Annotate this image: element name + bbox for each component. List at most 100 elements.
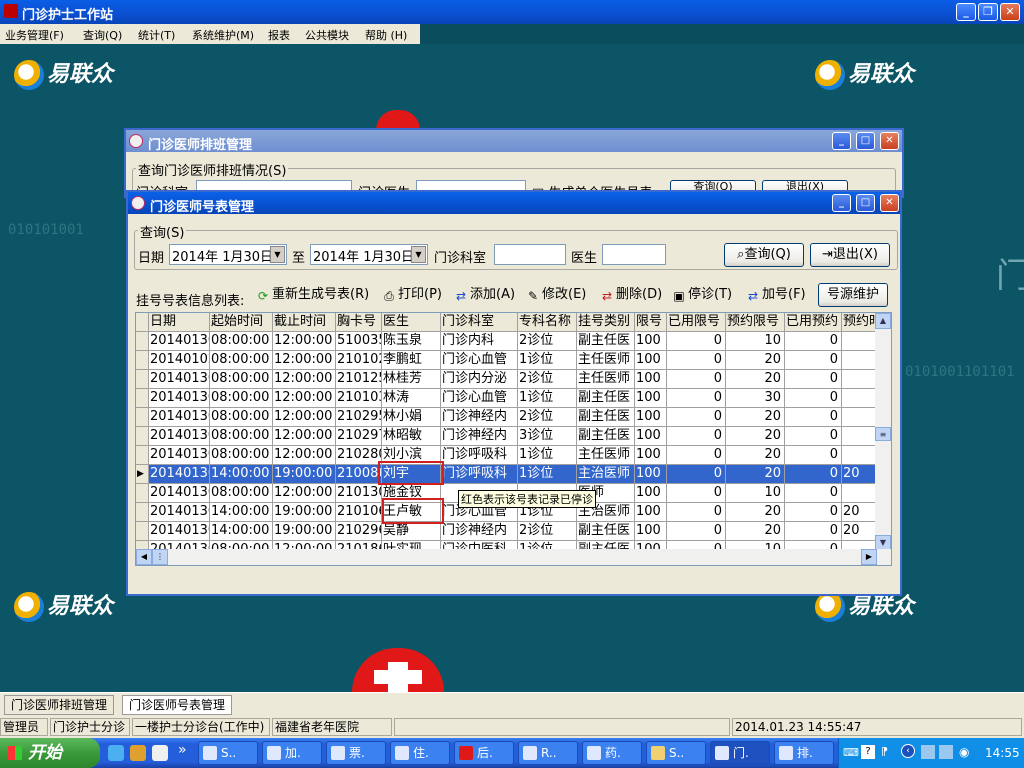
close-icon[interactable]: ✕	[880, 132, 899, 150]
table-cell[interactable]: 林昭敏	[382, 427, 441, 446]
table-row[interactable]: 20140130 08:00:00 12:00:00 210125 林桂芳 门诊内分泌 2诊…	[136, 370, 876, 389]
table-cell[interactable]: 20140130	[149, 484, 210, 503]
table-cell[interactable]: 0	[785, 370, 842, 389]
table-cell[interactable]	[842, 389, 876, 408]
table-cell[interactable]: 12:00:00	[273, 427, 336, 446]
maximize-icon[interactable]: □	[856, 132, 875, 150]
source-maintain-button[interactable]: 号源维护	[818, 283, 888, 307]
table-cell[interactable]: 210130	[336, 484, 382, 503]
scroll-left-icon[interactable]: ◀	[136, 549, 152, 565]
quicklaunch-app-icon[interactable]	[130, 745, 146, 761]
table-cell[interactable]: 12:00:00	[273, 332, 336, 351]
table-cell[interactable]: 陈玉泉	[382, 332, 441, 351]
table-cell[interactable]: 100	[635, 484, 667, 503]
network-icon[interactable]	[939, 745, 953, 759]
table-cell[interactable]: 100	[635, 465, 667, 484]
table-cell[interactable]: 林涛	[382, 389, 441, 408]
date-to-picker[interactable]: 2014年 1月30日 ▼	[310, 244, 428, 265]
table-cell[interactable]: 0	[785, 389, 842, 408]
table-cell[interactable]	[842, 370, 876, 389]
table-cell[interactable]: 1诊位	[518, 389, 577, 408]
stop-clinic-button[interactable]: ▣ 停诊(T)	[670, 284, 732, 306]
col-header-card[interactable]: 胸卡号	[336, 313, 382, 332]
col-header-booking-limit[interactable]: 预约限号	[726, 313, 785, 332]
vertical-scrollbar[interactable]: ▲ ≡ ▼	[875, 313, 891, 551]
row-indicator[interactable]	[136, 503, 149, 522]
table-cell[interactable]: 副主任医	[577, 389, 635, 408]
row-indicator[interactable]	[136, 351, 149, 370]
table-cell[interactable]: 08:00:00	[210, 446, 273, 465]
table-cell[interactable]: 20	[726, 408, 785, 427]
table-cell[interactable]: 0	[785, 484, 842, 503]
table-cell[interactable]: 吴静	[382, 522, 441, 541]
table-cell[interactable]: 20	[726, 446, 785, 465]
task-item[interactable]: 排.	[774, 741, 834, 765]
table-cell[interactable]: 2诊位	[518, 408, 577, 427]
print-button[interactable]: ⎙ 打印(P)	[380, 284, 442, 306]
table-cell[interactable]: 20	[726, 351, 785, 370]
minimize-icon[interactable]: _	[832, 194, 851, 212]
row-indicator[interactable]: ▶	[136, 465, 149, 484]
table-row[interactable]: 20140130 08:00:00 12:00:00 210295 林小娟 门诊神经内 2诊…	[136, 408, 876, 427]
col-header-date[interactable]: 日期	[149, 313, 210, 332]
extra-number-button[interactable]: ⇄ 加号(F)	[744, 284, 806, 306]
task-item[interactable]: S..	[198, 741, 258, 765]
table-cell[interactable]: 20140130	[149, 427, 210, 446]
table-cell[interactable]: 100	[635, 503, 667, 522]
table-cell[interactable]: 100	[635, 332, 667, 351]
table-cell[interactable]: 08:00:00	[210, 370, 273, 389]
table-cell[interactable]: 门诊内科	[441, 332, 518, 351]
table-cell[interactable]: 100	[635, 522, 667, 541]
table-cell[interactable]: 主任医师	[577, 446, 635, 465]
add-button[interactable]: ⇄ 添加(A)	[452, 284, 515, 306]
table-cell[interactable]: 20	[842, 522, 876, 541]
row-indicator[interactable]	[136, 332, 149, 351]
tab-schedule[interactable]: 门诊医师排班管理	[4, 695, 115, 715]
scroll-up-icon[interactable]: ▲	[875, 313, 891, 329]
table-cell[interactable]: 19:00:00	[273, 503, 336, 522]
table-cell[interactable]: 0	[667, 427, 726, 446]
table-cell[interactable]: 100	[635, 427, 667, 446]
regen-button[interactable]: ⟳ 重新生成号表(R)	[254, 284, 369, 306]
table-cell[interactable]: 210102	[336, 351, 382, 370]
table-cell[interactable]: 0	[667, 465, 726, 484]
table-cell[interactable]: 20	[842, 503, 876, 522]
row-indicator[interactable]	[136, 446, 149, 465]
table-cell[interactable]: 0	[667, 332, 726, 351]
table-cell[interactable]: 19:00:00	[273, 465, 336, 484]
task-item[interactable]: 票.	[326, 741, 386, 765]
dept-input[interactable]	[494, 244, 566, 265]
table-cell[interactable]: 210295	[336, 408, 382, 427]
edit-button[interactable]: ✎ 修改(E)	[524, 284, 586, 306]
table-cell[interactable]: 100	[635, 389, 667, 408]
row-indicator[interactable]	[136, 427, 149, 446]
table-cell[interactable]: 20	[726, 427, 785, 446]
table-cell[interactable]	[842, 484, 876, 503]
table-cell[interactable]: 1诊位	[518, 446, 577, 465]
close-icon[interactable]: ✕	[1000, 3, 1020, 21]
row-indicator[interactable]	[136, 484, 149, 503]
table-cell[interactable]: 08:00:00	[210, 351, 273, 370]
ime-icon[interactable]: ⁋	[881, 745, 888, 758]
col-header-specialty[interactable]: 专科名称	[518, 313, 577, 332]
table-cell[interactable]: 20140130	[149, 370, 210, 389]
table-cell[interactable]: 210296	[336, 522, 382, 541]
table-cell[interactable]: 门诊心血管	[441, 351, 518, 370]
restore-icon[interactable]: ❐	[978, 3, 998, 21]
table-cell[interactable]: 3诊位	[518, 427, 577, 446]
table-cell[interactable]: 08:00:00	[210, 408, 273, 427]
table-cell[interactable]	[842, 408, 876, 427]
table-cell[interactable]: 100	[635, 446, 667, 465]
schedule-window-titlebar[interactable]: 门诊医师排班管理 _ □ ✕	[126, 130, 902, 153]
table-cell[interactable]	[842, 351, 876, 370]
table-cell[interactable]: 12:00:00	[273, 484, 336, 503]
table-cell[interactable]: 主任医师	[577, 351, 635, 370]
table-cell[interactable]: 门诊心血管	[441, 389, 518, 408]
table-cell[interactable]: 20140130	[149, 332, 210, 351]
col-header-doctor[interactable]: 医生	[382, 313, 441, 332]
table-cell[interactable]: 副主任医	[577, 332, 635, 351]
table-cell[interactable]: 0	[667, 370, 726, 389]
table-cell[interactable]: 0	[785, 351, 842, 370]
table-cell[interactable]: 14:00:00	[210, 465, 273, 484]
menu-stats[interactable]: 统计(T)	[138, 27, 175, 43]
